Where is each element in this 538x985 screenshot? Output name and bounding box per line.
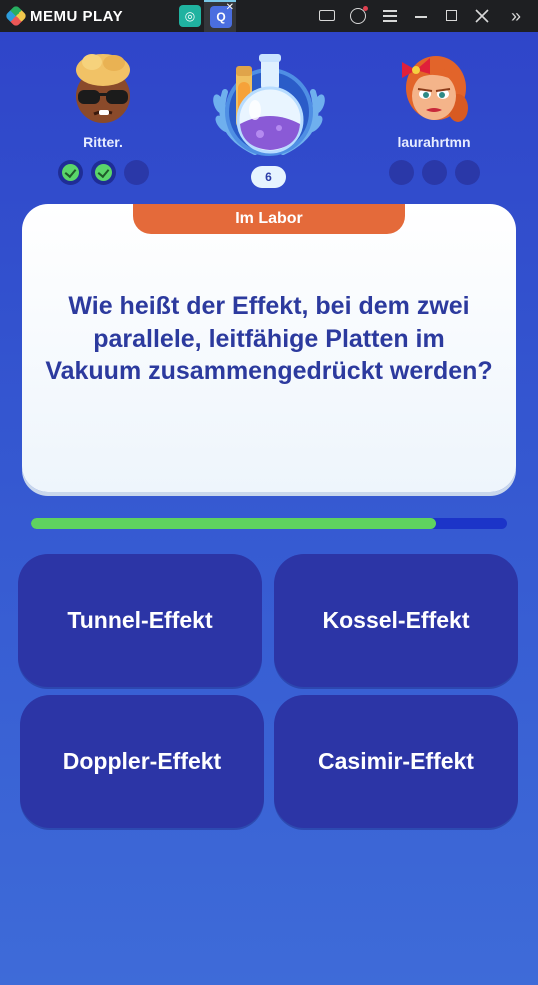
question-text: Wie heißt der Effekt, bei dem zwei paral… xyxy=(45,292,493,385)
lab-flask-icon xyxy=(213,54,325,156)
avatar-sunglasses-icon xyxy=(76,54,130,123)
player-right-avatar[interactable] xyxy=(402,52,468,124)
pending-answer-dot xyxy=(123,160,149,185)
active-tab[interactable]: Q ✕ xyxy=(204,0,236,32)
answer-button-4[interactable]: Casimir-Effekt xyxy=(274,695,518,828)
app-tab-icon[interactable]: ◎ xyxy=(179,5,201,27)
minimize-icon xyxy=(415,16,427,18)
more-icon: » xyxy=(510,6,521,26)
pending-answer-dot xyxy=(388,160,414,185)
maximize-icon xyxy=(445,10,457,21)
memu-logo-icon xyxy=(4,4,28,28)
menu-button[interactable] xyxy=(380,6,400,26)
player-left-score-dots xyxy=(38,160,168,185)
timer-bar xyxy=(31,518,507,529)
keyboard-icon xyxy=(319,10,335,21)
minimize-button[interactable] xyxy=(411,6,431,26)
emulator-titlebar: MEMU PLAY ◎ Q ✕ » xyxy=(0,0,538,32)
timer-bar-fill xyxy=(31,518,436,529)
maximize-button[interactable] xyxy=(441,6,461,26)
account-button[interactable] xyxy=(348,6,368,26)
correct-answer-check-icon xyxy=(90,160,116,185)
more-button[interactable]: » xyxy=(506,6,526,26)
quiz-game-screen: Ritter. 6 laurahrtmn Im Labor Wie heißt … xyxy=(0,32,538,985)
memu-logo: MEMU PLAY xyxy=(4,4,124,28)
answer-button-3[interactable]: Doppler-Effekt xyxy=(20,695,264,828)
hamburger-menu-icon xyxy=(383,10,397,22)
answer-button-2[interactable]: Kossel-Effekt xyxy=(274,554,518,687)
close-window-button[interactable] xyxy=(472,6,492,26)
category-label: Im Labor xyxy=(133,204,405,234)
player-left: Ritter. xyxy=(38,52,168,185)
player-right: laurahrtmn xyxy=(369,52,499,185)
player-right-score-dots xyxy=(369,160,499,185)
close-icon xyxy=(475,9,489,23)
pending-answer-dot xyxy=(454,160,480,185)
app-tab-glyph: ◎ xyxy=(184,9,196,23)
keyboard-mapping-button[interactable] xyxy=(317,6,337,26)
category-emblem xyxy=(203,52,335,160)
user-icon xyxy=(350,6,368,24)
player-left-name: Ritter. xyxy=(83,134,123,150)
answer-button-1[interactable]: Tunnel-Effekt xyxy=(18,554,262,687)
round-counter-badge: 6 xyxy=(251,166,286,188)
tab-close-icon[interactable]: ✕ xyxy=(226,2,234,13)
pending-answer-dot xyxy=(421,160,447,185)
quiz-tab-glyph: Q xyxy=(216,10,226,24)
correct-answer-check-icon xyxy=(57,160,83,185)
app-name: MEMU PLAY xyxy=(30,7,124,25)
avatar-redhead-bow-icon xyxy=(402,56,468,122)
player-left-avatar[interactable] xyxy=(72,52,134,124)
player-right-name: laurahrtmn xyxy=(397,134,471,150)
